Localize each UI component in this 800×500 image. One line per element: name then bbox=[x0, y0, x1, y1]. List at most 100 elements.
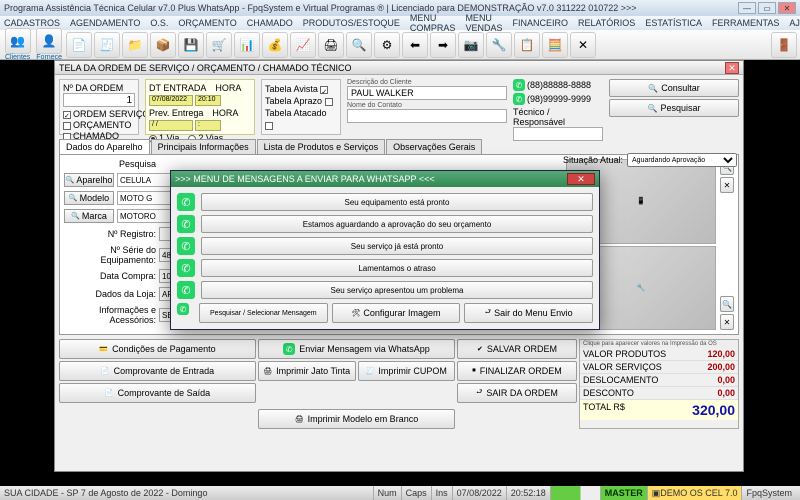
whatsapp-icon: ✆ bbox=[283, 343, 295, 355]
tb-clientes[interactable]: 👥 bbox=[5, 28, 31, 54]
close-button[interactable]: ✕ bbox=[778, 2, 796, 14]
tabela-box: Tabela Avista Tabela Aprazo Tabela Ataca… bbox=[261, 79, 341, 135]
menu-vendas[interactable]: MENU VENDAS bbox=[465, 13, 502, 33]
status-prog bbox=[550, 486, 600, 500]
pesquisar-msg-button[interactable]: Pesquisar / Selecionar Mensagem bbox=[199, 303, 328, 323]
tb-4[interactable]: 🧾 bbox=[94, 32, 120, 58]
action-row: 💳 Condições de Pagamento 📄 Comprovante d… bbox=[59, 339, 739, 429]
menu-agendamento[interactable]: AGENDAMENTO bbox=[70, 18, 140, 28]
imprimir-cupom-button[interactable]: 🧾 Imprimir CUPOM bbox=[358, 361, 456, 381]
tab-obs[interactable]: Observações Gerais bbox=[386, 139, 482, 154]
modelo-button[interactable]: 🔍 Modelo bbox=[64, 191, 114, 205]
sair-ordem-button[interactable]: ⮐ SAIR DA ORDEM bbox=[457, 383, 577, 403]
tb-fornece[interactable]: 👤 bbox=[36, 28, 62, 54]
tb-exit[interactable]: 🚪 bbox=[771, 32, 797, 58]
app-titlebar: Programa Assistência Técnica Celular v7.… bbox=[0, 0, 800, 16]
menu-os[interactable]: O.S. bbox=[150, 18, 168, 28]
tb-7[interactable]: 💾 bbox=[178, 32, 204, 58]
cond-pagamento-button[interactable]: 💳 Condições de Pagamento bbox=[59, 339, 256, 359]
imprimir-branco-button[interactable]: 🖨 Imprimir Modelo em Branco bbox=[258, 409, 455, 429]
chk-avista[interactable]: Tabela Avista bbox=[265, 83, 337, 95]
img-search-2[interactable]: 🔍 bbox=[720, 296, 734, 312]
tb-8[interactable]: 🛒 bbox=[206, 32, 232, 58]
tb-13[interactable]: 🔍 bbox=[346, 32, 372, 58]
dt-entrada[interactable]: 07/08/2022 bbox=[149, 95, 193, 106]
app-title: Programa Assistência Técnica Celular v7.… bbox=[4, 3, 637, 13]
tb-19[interactable]: 📋 bbox=[514, 32, 540, 58]
sair-menu-button[interactable]: ⮐ Sair do Menu Envio bbox=[464, 303, 593, 323]
whatsapp-icon: ✆ bbox=[177, 237, 195, 255]
comp-entrada-button[interactable]: 📄 Comprovante de Entrada bbox=[59, 361, 256, 381]
dialog-close[interactable]: ✕ bbox=[567, 173, 595, 185]
msg-problema-button[interactable]: Seu serviço apresentou um problema bbox=[201, 281, 593, 299]
menu-produtos[interactable]: PRODUTOS/ESTOQUE bbox=[303, 18, 400, 28]
tb-15[interactable]: ⬅ bbox=[402, 32, 428, 58]
tb-6[interactable]: 📦 bbox=[150, 32, 176, 58]
ordem-input[interactable] bbox=[63, 93, 135, 107]
marca-button[interactable]: 🔍 Marca bbox=[64, 209, 114, 223]
salvar-ordem-button[interactable]: ✔ SALVAR ORDEM bbox=[457, 339, 577, 359]
menu-ajuda[interactable]: AJUDA bbox=[789, 18, 800, 28]
statusbar: SUA CIDADE - SP 7 de Agosto de 2022 - Do… bbox=[0, 486, 800, 500]
tb-18[interactable]: 🔧 bbox=[486, 32, 512, 58]
tb-14[interactable]: ⚙ bbox=[374, 32, 400, 58]
chk-os[interactable]: ORDEM SERVIÇO bbox=[63, 109, 153, 120]
config-imagem-button[interactable]: 🛠 Configurar Imagem bbox=[332, 303, 461, 323]
chk-orc[interactable]: ORÇAMENTO bbox=[63, 120, 153, 131]
menu-orcamento[interactable]: ORÇAMENTO bbox=[178, 18, 236, 28]
tecnico-input[interactable] bbox=[513, 127, 603, 141]
enviar-whatsapp-button[interactable]: ✆ Enviar Mensagem via WhatsApp bbox=[258, 339, 455, 359]
tb-16[interactable]: ➡ bbox=[430, 32, 456, 58]
tb-3[interactable]: 📄 bbox=[66, 32, 92, 58]
maximize-button[interactable]: ▭ bbox=[758, 2, 776, 14]
menu-financeiro[interactable]: FINANCEIRO bbox=[512, 18, 568, 28]
phone-box: ✆(88)88888-8888 ✆(98)99999-9999 Técnico … bbox=[513, 79, 603, 135]
status-demo: ▣ DEMO OS CEL 7.0 bbox=[647, 486, 742, 500]
valor-produtos: 120,00 bbox=[707, 349, 735, 359]
tb-12[interactable]: 🖨 bbox=[318, 32, 344, 58]
tb-10[interactable]: 💰 bbox=[262, 32, 288, 58]
tb-17[interactable]: 📷 bbox=[458, 32, 484, 58]
tb-21[interactable]: ✕ bbox=[570, 32, 596, 58]
os-window-title: TELA DA ORDEM DE SERVIÇO / ORÇAMENTO / C… bbox=[59, 63, 352, 73]
prev-entrega[interactable]: / / bbox=[149, 120, 193, 131]
tb-5[interactable]: 📁 bbox=[122, 32, 148, 58]
hora-entrada[interactable]: 20:10 bbox=[195, 95, 221, 106]
situacao-select[interactable]: Aguardando Aprovação bbox=[627, 153, 737, 167]
tb-20[interactable]: 🧮 bbox=[542, 32, 568, 58]
whatsapp-icon: ✆ bbox=[177, 215, 195, 233]
imprimir-jato-button[interactable]: 🖨 Imprimir Jato Tinta bbox=[258, 361, 356, 381]
img-del-2[interactable]: ✕ bbox=[720, 314, 734, 330]
whatsapp-icon[interactable]: ✆ bbox=[513, 93, 525, 105]
menu-relatorios[interactable]: RELATÓRIOS bbox=[578, 18, 635, 28]
finalizar-ordem-button[interactable]: ⏹ FINALIZAR ORDEM bbox=[457, 361, 577, 381]
comp-saida-button[interactable]: 📄 Comprovante de Saída bbox=[59, 383, 256, 403]
menu-compras[interactable]: MENU COMPRAS bbox=[410, 13, 456, 33]
main-toolbar: 👥Clientes 👤Fornece 📄 🧾 📁 📦 💾 🛒 📊 💰 📈 🖨 🔍… bbox=[0, 30, 800, 60]
menu-cadastros[interactable]: CADASTROS bbox=[4, 18, 60, 28]
tb-11[interactable]: 📈 bbox=[290, 32, 316, 58]
tab-principais[interactable]: Principais Informações bbox=[151, 139, 256, 154]
os-window-close[interactable]: ✕ bbox=[725, 62, 739, 74]
chk-aprazo[interactable]: Tabela Aprazo bbox=[265, 95, 337, 107]
tab-produtos[interactable]: Lista de Produtos e Serviços bbox=[257, 139, 386, 154]
msg-pronto-button[interactable]: Seu equipamento está pronto bbox=[201, 193, 593, 211]
msg-servico-pronto-button[interactable]: Seu serviço já está pronto bbox=[201, 237, 593, 255]
minimize-button[interactable]: — bbox=[738, 2, 756, 14]
menu-ferramentas[interactable]: FERRAMENTAS bbox=[712, 18, 779, 28]
chk-atacado[interactable]: Tabela Atacado bbox=[265, 107, 337, 131]
menu-estatistica[interactable]: ESTATÍSTICA bbox=[645, 18, 702, 28]
aparelho-button[interactable]: 🔍 Aparelho bbox=[64, 173, 114, 187]
prev-hora[interactable]: : bbox=[195, 120, 221, 131]
msg-aprovacao-button[interactable]: Estamos aguardando a aprovação do seu or… bbox=[201, 215, 593, 233]
menu-chamado[interactable]: CHAMADO bbox=[247, 18, 293, 28]
pesquisar-button[interactable]: 🔍 Pesquisar bbox=[609, 99, 739, 117]
cliente-input[interactable] bbox=[347, 86, 507, 100]
consultar-button[interactable]: 🔍 Consultar bbox=[609, 79, 739, 97]
contato-input[interactable] bbox=[347, 109, 507, 123]
tb-9[interactable]: 📊 bbox=[234, 32, 260, 58]
tab-dados-aparelho[interactable]: Dados do Aparelho bbox=[59, 139, 150, 154]
msg-atraso-button[interactable]: Lamentamos o atraso bbox=[201, 259, 593, 277]
img-del-1[interactable]: ✕ bbox=[720, 177, 734, 193]
whatsapp-icon[interactable]: ✆ bbox=[513, 79, 525, 91]
